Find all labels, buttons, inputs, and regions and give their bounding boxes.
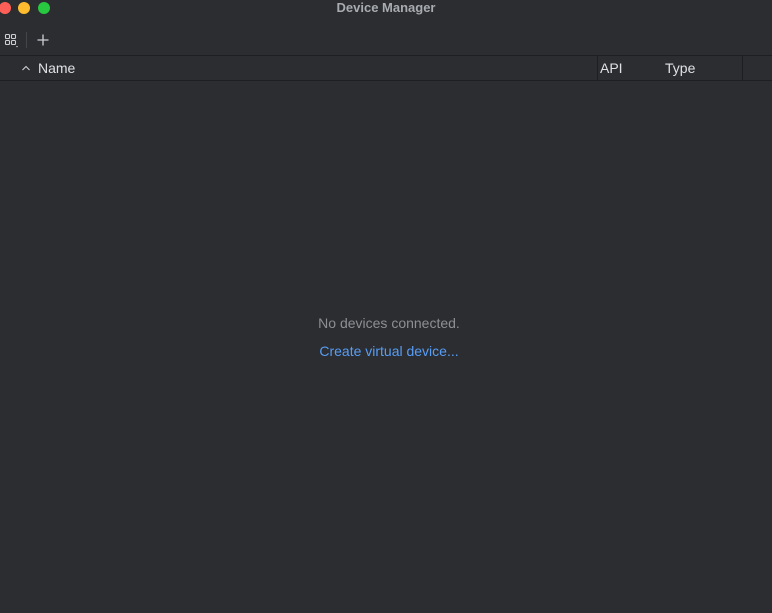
title-bar: Device Manager bbox=[0, 0, 772, 17]
toolbar bbox=[0, 25, 772, 56]
column-header-api[interactable]: API bbox=[600, 56, 623, 80]
table-header: Name API Type bbox=[0, 56, 772, 81]
column-divider[interactable] bbox=[597, 56, 598, 80]
group-grid-icon bbox=[4, 33, 18, 48]
empty-state: No devices connected. Create virtual dev… bbox=[0, 312, 772, 362]
column-header-type[interactable]: Type bbox=[665, 56, 695, 80]
sort-ascending-icon[interactable] bbox=[20, 62, 32, 74]
device-manager-window: Device Manager Name API Type No devices … bbox=[0, 0, 772, 613]
column-header-name[interactable]: Name bbox=[38, 56, 75, 80]
toolbar-separator bbox=[26, 32, 27, 48]
no-devices-message: No devices connected. bbox=[318, 315, 460, 331]
add-device-button[interactable] bbox=[32, 29, 54, 51]
window-title: Device Manager bbox=[336, 0, 436, 15]
plus-icon bbox=[37, 34, 49, 46]
column-divider[interactable] bbox=[742, 56, 743, 80]
create-virtual-device-link[interactable]: Create virtual device... bbox=[319, 340, 458, 362]
group-by-button[interactable] bbox=[0, 29, 22, 51]
